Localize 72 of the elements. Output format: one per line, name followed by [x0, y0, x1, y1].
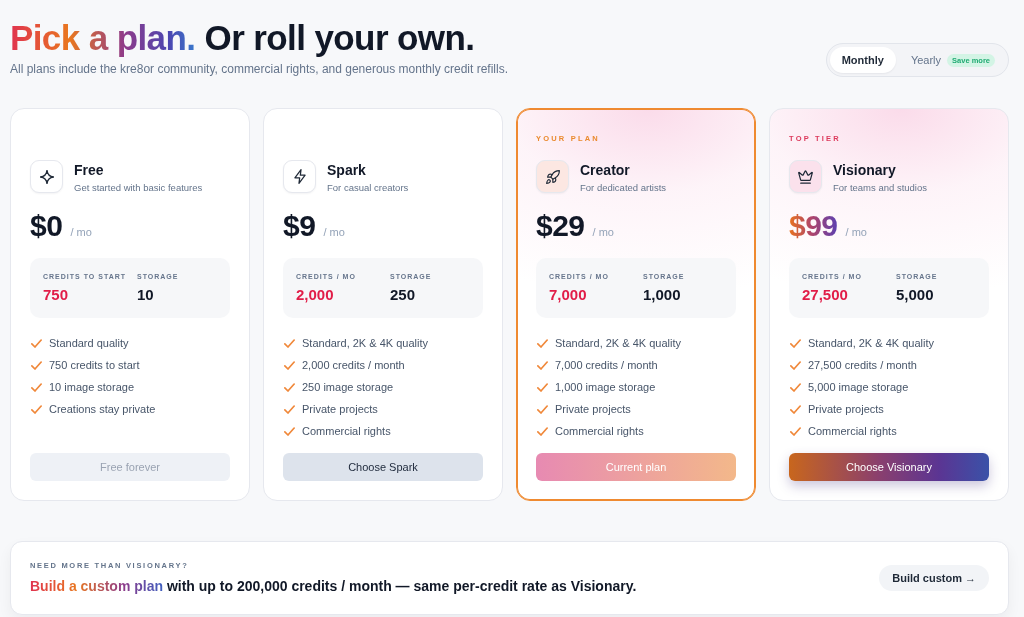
banner-headline: Build a custom plan with up to 200,000 credits / month — same per-credit rate as Visionary.: [30, 577, 637, 595]
check-icon: [790, 404, 801, 414]
billing-tab[interactable]: Monthly: [829, 47, 896, 73]
plan-tagline: Get started with basic features: [74, 182, 203, 194]
stat-value: 750: [43, 286, 70, 304]
feature-text: 2,000 credits / month: [302, 359, 405, 371]
page-subtitle: All plans include the kre8or community, commercial rights, and generous monthly credit refills.: [10, 62, 508, 77]
check-icon: [790, 426, 801, 436]
price-period: / mo: [70, 226, 92, 238]
plan-tagline: For dedicated artists: [580, 182, 667, 194]
check-icon: [284, 338, 295, 348]
check-icon: [284, 426, 295, 436]
plan-name: Visionary: [833, 162, 897, 179]
feature-text: 5,000 image storage: [808, 381, 909, 393]
plan-tagline: For teams and studios: [833, 182, 927, 194]
feature-text: Private projects: [302, 403, 378, 415]
plan-price: $0: [30, 210, 63, 242]
check-icon: [284, 360, 295, 370]
check-icon: [790, 338, 801, 348]
plan-tagline: For casual creators: [327, 182, 409, 194]
feature-text: Standard, 2K & 4K quality: [555, 337, 681, 349]
stat-value: 5,000: [896, 286, 935, 304]
check-icon: [537, 338, 548, 348]
check-icon: [31, 382, 42, 392]
price-period: / mo: [845, 226, 867, 238]
plan-name: Creator: [580, 162, 631, 179]
feature-text: Standard, 2K & 4K quality: [808, 337, 934, 349]
stat-value: 27,500: [802, 286, 849, 304]
crown-icon: [789, 160, 822, 193]
rocket-icon: [536, 160, 569, 193]
feature-text: Creations stay private: [49, 403, 156, 415]
feature-text: Private projects: [555, 403, 631, 415]
price-period: / mo: [323, 226, 345, 238]
feature-text: 250 image storage: [302, 381, 394, 393]
plan-price: $9: [283, 210, 316, 242]
check-icon: [790, 360, 801, 370]
check-icon: [537, 404, 548, 414]
stat-value: 2,000: [296, 286, 335, 304]
build-custom-button[interactable]: Build custom →: [879, 565, 989, 591]
check-icon: [31, 404, 42, 414]
check-icon: [284, 382, 295, 392]
check-icon: [537, 382, 548, 392]
check-icon: [31, 360, 42, 370]
stat-value: 10: [137, 286, 155, 304]
page-title: Pick a plan. Or roll your own.: [10, 18, 476, 58]
price-period: / mo: [592, 226, 614, 238]
plan-button[interactable]: Choose Spark: [283, 453, 483, 481]
feature-text: 1,000 image storage: [555, 381, 656, 393]
stat-value: 7,000: [549, 286, 588, 304]
plan-name: Free: [74, 162, 105, 179]
check-icon: [284, 404, 295, 414]
check-icon: [31, 338, 42, 348]
feature-text: 10 image storage: [49, 381, 134, 393]
check-icon: [537, 360, 548, 370]
feature-text: Standard quality: [49, 337, 129, 349]
feature-text: Standard, 2K & 4K quality: [302, 337, 428, 349]
sparkle-icon: [30, 160, 63, 193]
feature-text: 7,000 credits / month: [555, 359, 658, 371]
feature-text: Commercial rights: [555, 425, 644, 437]
feature-text: Private projects: [808, 403, 884, 415]
feature-text: 750 credits to start: [49, 359, 140, 371]
feature-text: Commercial rights: [302, 425, 391, 437]
feature-text: Commercial rights: [808, 425, 897, 437]
plan-name: Spark: [327, 162, 367, 179]
check-icon: [537, 426, 548, 436]
check-icon: [790, 382, 801, 392]
plan-button[interactable]: Choose Visionary: [789, 453, 989, 481]
feature-text: 27,500 credits / month: [808, 359, 917, 371]
stat-value: 250: [390, 286, 417, 304]
lightning-icon: [283, 160, 316, 193]
plan-price: $29: [536, 210, 585, 242]
stat-value: 1,000: [643, 286, 682, 304]
